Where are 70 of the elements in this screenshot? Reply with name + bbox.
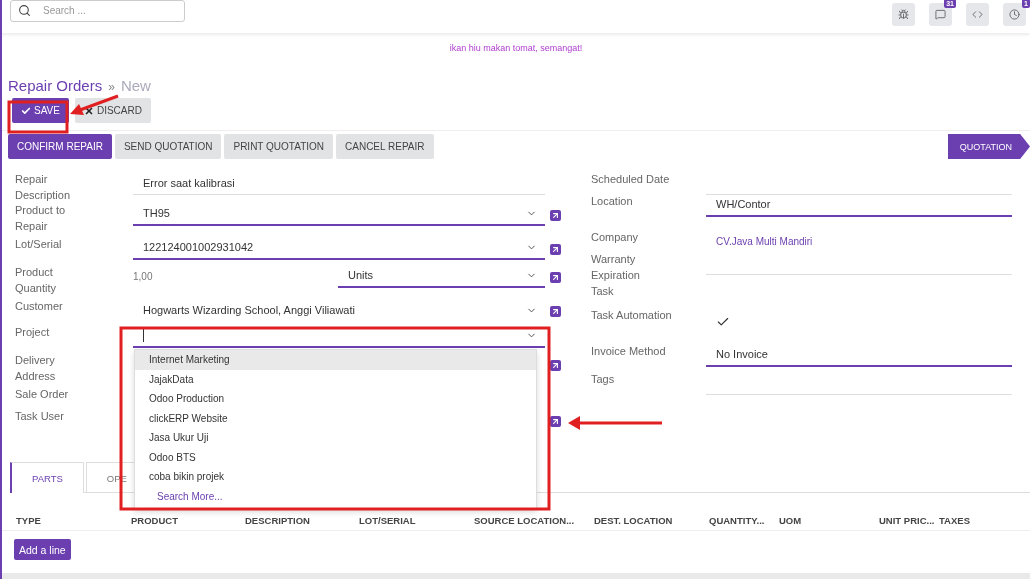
- column-header: UOM: [779, 515, 803, 528]
- tab[interactable]: PARTS: [10, 462, 84, 493]
- column-header: QUANTITY...: [709, 515, 766, 528]
- field-label: Task User: [15, 409, 65, 424]
- add-line-button[interactable]: Add a line: [14, 539, 71, 560]
- column-header: LOT/SERIAL: [359, 515, 417, 528]
- field-label: Warranty Expiration: [591, 252, 641, 283]
- field-label: Invoice Method: [591, 344, 667, 359]
- select-field[interactable]: TH95: [133, 202, 545, 226]
- external-link-icon[interactable]: [550, 416, 561, 427]
- column-header: TYPE: [16, 515, 42, 528]
- breadcrumb-separator: »: [108, 80, 115, 94]
- field-label: Product Quantity: [15, 265, 57, 296]
- dropdown-item[interactable]: Internet Marketing: [135, 350, 536, 370]
- column-header: UNIT PRIC...: [879, 515, 936, 528]
- external-link-icon[interactable]: [550, 272, 561, 283]
- field-label: Product to Repair: [15, 203, 67, 234]
- company-link[interactable]: CV.Java Multi Mandiri: [716, 235, 813, 247]
- select-field[interactable]: Hogwarts Wizarding School, Anggi Viliawati: [133, 298, 545, 322]
- field-label: Repair Description: [15, 172, 72, 203]
- chat-icon: [935, 9, 946, 20]
- column-header: TAXES: [939, 515, 971, 528]
- action-button[interactable]: SEND QUOTATION: [114, 134, 222, 159]
- external-link-icon[interactable]: [550, 210, 561, 221]
- external-link-icon[interactable]: [550, 306, 561, 317]
- field-label: Company: [591, 230, 640, 245]
- action-button[interactable]: PRINT QUOTATION: [224, 134, 334, 159]
- dropdown-item[interactable]: JajakData: [135, 369, 536, 389]
- bug-icon: [898, 9, 909, 20]
- clock-icon: [1009, 9, 1020, 20]
- message-text: ikan hiu makan tomat, semangat!: [448, 42, 584, 55]
- close-icon: [83, 105, 94, 116]
- field-label: Task: [591, 284, 615, 299]
- search-icon: [18, 3, 31, 17]
- toolbar-button[interactable]: [966, 3, 989, 26]
- field-label: Lot/Serial: [15, 237, 63, 252]
- field-label: Customer: [15, 299, 64, 314]
- action-button[interactable]: CONFIRM REPAIR: [8, 134, 112, 159]
- check-icon: [21, 105, 31, 116]
- column-header: DESCRIPTION: [245, 515, 311, 528]
- select-field[interactable]: 122124001002931042: [133, 236, 545, 260]
- toolbar-button[interactable]: [892, 3, 915, 26]
- field-label: Sale Order: [15, 387, 70, 402]
- external-link-icon[interactable]: [550, 360, 561, 371]
- column-header: DEST. LOCATION: [594, 515, 674, 528]
- field-label: Scheduled Date: [591, 172, 671, 187]
- quantity-value: 1,00: [133, 270, 154, 282]
- field-label: Tags: [591, 372, 616, 387]
- field-label: Task Automation: [591, 308, 673, 323]
- external-link-icon[interactable]: [550, 244, 561, 255]
- select-field[interactable]: No Invoice: [706, 343, 1012, 367]
- highlight-frame: [7, 100, 69, 134]
- dropdown-item[interactable]: clickERP Website: [135, 408, 536, 428]
- column-header: PRODUCT: [131, 515, 179, 528]
- dropdown-item[interactable]: Jasa Ukur Uji: [135, 428, 536, 448]
- breadcrumb-current: New: [120, 77, 151, 94]
- form-button[interactable]: DISCARD: [74, 98, 151, 123]
- dropdown-item[interactable]: Odoo Production: [135, 389, 536, 409]
- search-field[interactable]: Search ...: [10, 0, 185, 22]
- breadcrumb-link[interactable]: Repair Orders: [8, 77, 103, 94]
- action-button[interactable]: CANCEL REPAIR: [336, 134, 434, 159]
- column-header: SOURCE LOCATION...: [474, 515, 576, 528]
- text-field[interactable]: Error saat kalibrasi: [133, 171, 545, 195]
- code-icon: [972, 9, 983, 20]
- field-label: Delivery Address: [15, 353, 57, 384]
- select-field[interactable]: WH/Contor: [706, 193, 1012, 217]
- stage-step[interactable]: QUOTATION: [947, 134, 1030, 159]
- field-label: Project: [15, 325, 51, 340]
- field-label: Location: [591, 194, 634, 209]
- unit-field[interactable]: Units: [338, 264, 545, 288]
